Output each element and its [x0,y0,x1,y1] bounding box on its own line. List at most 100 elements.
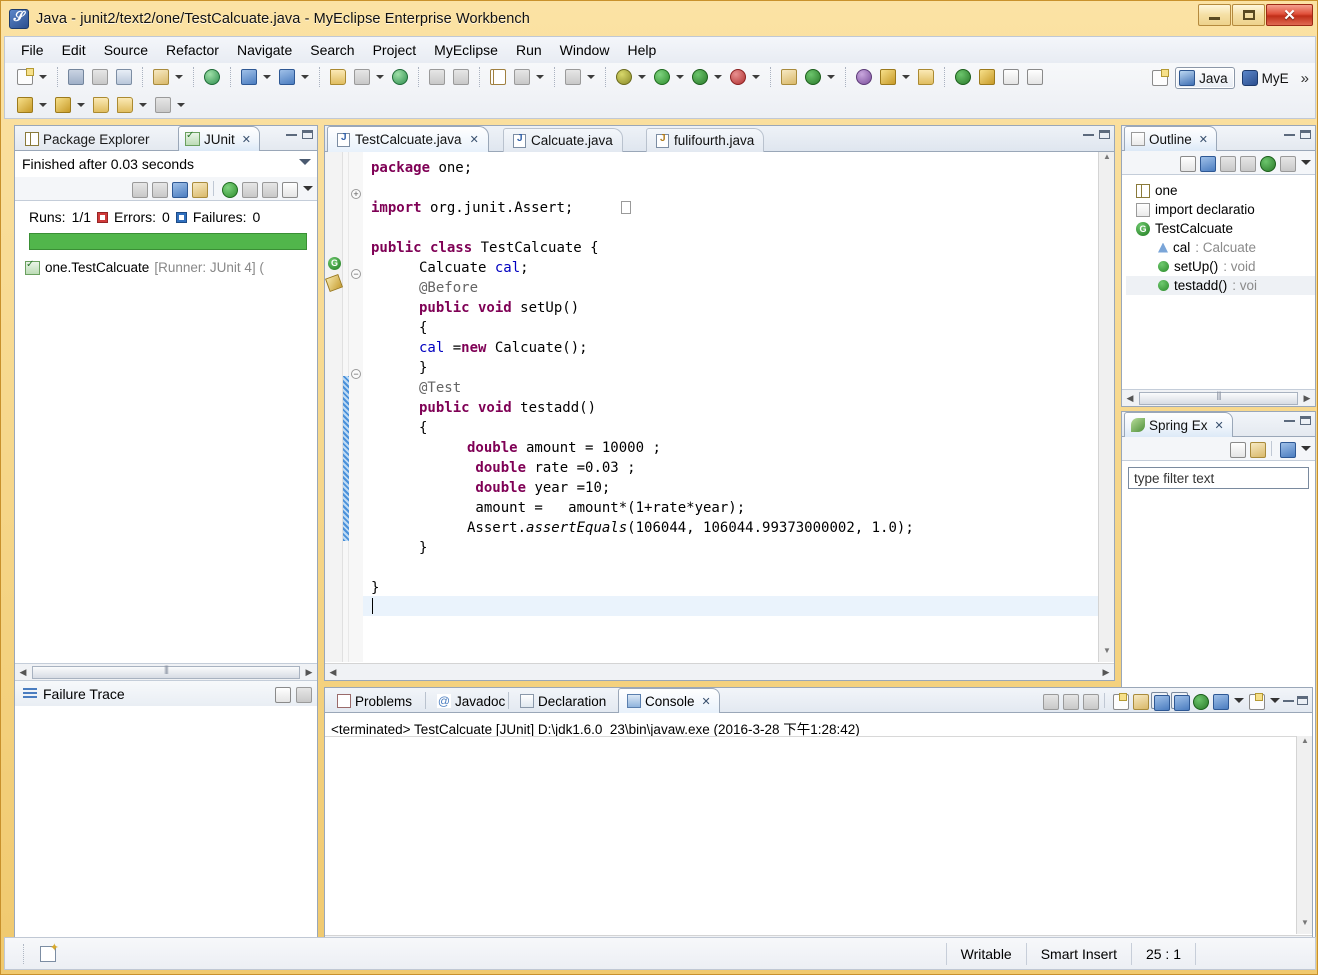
scroll-up-icon[interactable]: ▲ [1297,736,1313,752]
toggle-block-icon[interactable] [1001,67,1021,87]
sort-icon[interactable] [1198,154,1216,172]
outline-item-setup[interactable]: setUp() : void [1126,257,1315,276]
tab-outline[interactable]: Outline ✕ [1124,126,1217,151]
outline-hscrollbar[interactable]: ◀ ▶ [1122,389,1315,406]
menu-project[interactable]: Project [364,39,426,61]
open-resource-icon[interactable] [277,67,297,87]
link-editor-icon[interactable] [1248,440,1266,458]
snapshot-icon[interactable] [563,67,583,87]
perspective-java[interactable]: Java [1175,67,1235,89]
prev-failure-icon[interactable] [150,180,168,198]
rerun-test-icon[interactable] [220,180,238,198]
hide-fields-icon[interactable] [1218,154,1236,172]
outline-item-testcalcuate[interactable]: G TestCalcuate [1126,219,1315,238]
display-dropdown[interactable] [1234,698,1244,703]
minimize-editor-icon[interactable] [1083,133,1094,136]
new-package-icon[interactable] [779,67,799,87]
toggle-whitespace-icon[interactable] [1025,67,1045,87]
stop-icon[interactable] [260,180,278,198]
junit-view-menu-icon[interactable] [299,159,311,165]
scroll-left-icon[interactable]: ◀ [325,667,341,678]
scroll-thumb[interactable] [32,664,300,679]
remove-all-icon[interactable] [1081,692,1099,710]
myeclipse-dropdown[interactable] [173,68,184,86]
maximize-view-icon[interactable] [1300,416,1311,425]
open-dropdown[interactable] [1270,698,1280,703]
show-errors-icon[interactable] [190,180,208,198]
scroll-down-icon[interactable]: ▼ [1297,918,1313,934]
code-editor[interactable]: G + − − package one; import org.junit.Ass… [325,152,1114,662]
display-console-icon[interactable] [1211,692,1229,710]
run-icon[interactable] [652,67,672,87]
show-failures-icon[interactable] [170,180,188,198]
editor-vscrollbar[interactable]: ▲ ▼ [1098,152,1114,662]
java20-icon[interactable] [202,67,222,87]
hide-nonpublic-icon[interactable] [1258,154,1276,172]
collapsed-import-marker[interactable] [621,201,631,214]
open-folder-icon[interactable] [916,67,936,87]
prev-edit-icon[interactable] [15,95,35,115]
forward-icon[interactable] [115,95,135,115]
snapshot-dropdown[interactable] [585,68,596,86]
save-all-icon[interactable] [90,67,110,87]
close-button[interactable]: ✕ [1266,4,1313,26]
sort-icon[interactable] [1278,440,1296,458]
menu-myeclipse[interactable]: MyEclipse [425,39,507,61]
show-console-icon[interactable] [1151,692,1170,711]
tab-outline-close-icon[interactable]: ✕ [1199,133,1208,146]
print-icon[interactable] [114,67,134,87]
outline-item-cal[interactable]: cal : Calcuate [1126,238,1315,257]
hide-local-icon[interactable] [1278,154,1296,172]
remove-launch-icon[interactable] [1061,692,1079,710]
db-explorer-icon[interactable] [512,67,532,87]
db-browser-icon[interactable] [488,67,508,87]
outline-item-one[interactable]: one [1126,181,1315,200]
tab-console[interactable]: Console ✕ [618,688,720,713]
pin-console-icon[interactable] [1191,692,1209,710]
scroll-right-icon[interactable]: ▶ [1299,393,1315,404]
next-failure-icon[interactable] [130,180,148,198]
nav-dropdown[interactable] [175,96,186,114]
run-history-dropdown[interactable] [712,68,723,86]
menu-file[interactable]: File [12,39,53,61]
next-annotation-icon[interactable] [953,67,973,87]
tab-fulifourth-java[interactable]: fulifourth.java [646,128,765,152]
menu-window[interactable]: Window [551,39,619,61]
filter-input[interactable]: type filter text [1128,467,1309,489]
menu-edit[interactable]: Edit [53,39,95,61]
junit-tree-hscrollbar[interactable]: ◀ ▶ [15,663,317,680]
tab-problems[interactable]: Problems [329,689,420,713]
tab-junit-close-icon[interactable]: ✕ [242,133,251,146]
db-dropdown[interactable] [534,68,545,86]
rerun-failed-icon[interactable] [240,180,258,198]
stack-filter-icon[interactable] [273,685,291,703]
maximize-view-icon[interactable] [1300,130,1311,139]
annotation-ruler[interactable]: G [325,152,343,662]
junit-view-menu-arrow-icon[interactable] [303,186,313,191]
run-history-icon[interactable] [690,67,710,87]
maximize-view-icon[interactable] [302,130,313,139]
next-edit-icon[interactable] [53,95,73,115]
server-dropdown[interactable] [374,68,385,86]
maximize-editor-icon[interactable] [1099,130,1110,139]
fold-collapse-icon[interactable]: − [351,269,361,279]
menu-search[interactable]: Search [301,39,363,61]
new-dropdown[interactable] [37,68,48,86]
scroll-thumb[interactable] [1139,390,1298,405]
scroll-right-icon[interactable]: ▶ [1098,667,1114,678]
save-console-icon[interactable] [1111,692,1129,710]
hide-static-icon[interactable] [1238,154,1256,172]
globe-icon[interactable] [390,67,410,87]
new-class-dropdown[interactable] [825,68,836,86]
tab-calcuate-java[interactable]: Calcuate.java [503,128,623,152]
tab-testcalcuate-close-icon[interactable]: ✕ [470,133,479,146]
scroll-up-icon[interactable]: ▲ [1099,152,1115,168]
run-dropdown[interactable] [674,68,685,86]
deploy-icon[interactable] [328,67,348,87]
back-icon[interactable] [91,95,111,115]
console-output-area[interactable] [325,736,1296,934]
fold-collapse-icon[interactable]: − [351,369,361,379]
minimize-button[interactable] [1198,4,1231,26]
open-console-icon[interactable] [1247,692,1265,710]
tab-declaration[interactable]: Declaration [512,689,614,713]
